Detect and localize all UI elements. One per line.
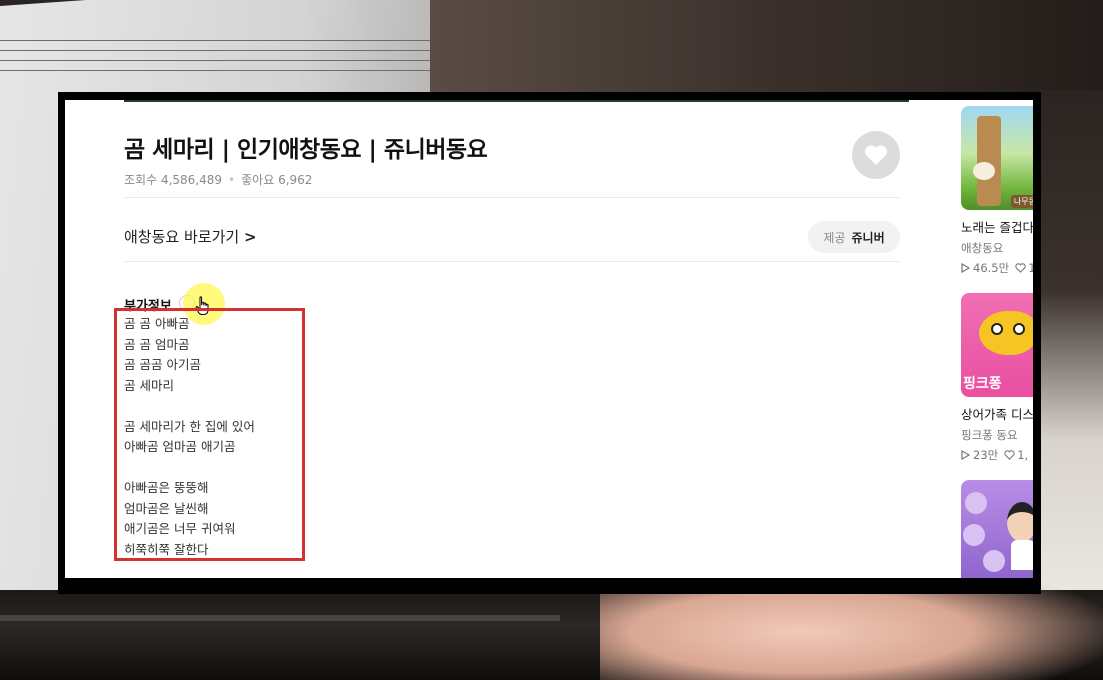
lyric-line: 엄마곰은 날씬해 bbox=[124, 500, 209, 516]
views-label: 조회수 bbox=[124, 173, 158, 187]
lyric-line: 곰 곰곰 아기곰 bbox=[124, 357, 201, 372]
provider-label: 제공 bbox=[823, 230, 846, 245]
related-video-stats: 23만 1, bbox=[961, 447, 1033, 463]
piano-key bbox=[0, 615, 560, 621]
video-thumbnail[interactable]: 나무동 bbox=[961, 106, 1033, 210]
provider-badge[interactable]: 제공 쥬니버 bbox=[808, 221, 900, 253]
video-page: 곰 세마리 | 인기애창동요 | 쥬니버동요 조회수 4,586,489 • 좋아요… bbox=[65, 100, 1033, 578]
chevron-right-icon: > bbox=[243, 228, 257, 246]
lyric-line: 히쭉히쭉 잘한다 bbox=[124, 541, 209, 557]
like-count: 1 bbox=[1028, 261, 1033, 275]
staff-line bbox=[0, 60, 480, 61]
background-right bbox=[1040, 90, 1103, 590]
related-video-stats: 46.5만 1 bbox=[961, 260, 1033, 276]
play-icon bbox=[961, 450, 970, 460]
video-thumbnail[interactable] bbox=[961, 480, 1033, 578]
related-video-category: 핑크퐁 동요 bbox=[961, 428, 1018, 442]
player-bottom-line bbox=[124, 100, 909, 102]
lyric-line: 애기곰은 너무 귀여워 bbox=[124, 521, 236, 536]
related-video-card[interactable]: 핑크퐁 상어가족 디스 핑크퐁 동요 23만 1, bbox=[961, 293, 1033, 463]
lyric-line: 곰 세마리 bbox=[124, 377, 174, 393]
divider bbox=[124, 261, 900, 262]
related-video-title[interactable]: 노래는 즐겁다 bbox=[961, 217, 1033, 236]
lyric-line: 아빠곰 엄마곰 애기곰 bbox=[124, 439, 236, 454]
lyric-line: 곰 세마리가 한 집에 있어 bbox=[124, 418, 255, 434]
goto-category-link[interactable]: 애창동요 바로가기 > bbox=[124, 226, 257, 247]
heart-icon bbox=[865, 145, 887, 165]
related-video-card[interactable]: 나무동 노래는 즐겁다 애창동요 46.5만 1 bbox=[961, 106, 1033, 276]
lyrics-text: 곰 곰 아빠곰 곰 곰 엄마곰 곰 곰곰 아기곰 곰 세마리 곰 세마리가 한 … bbox=[124, 314, 255, 560]
play-count: 46.5만 bbox=[973, 261, 1010, 275]
goto-category-label: 애창동요 바로가기 bbox=[124, 228, 240, 246]
staff-line bbox=[0, 70, 480, 71]
thumbnail-text: 핑크퐁 bbox=[963, 376, 1002, 392]
lyric-line: 곰 곰 아빠곰 bbox=[124, 316, 190, 331]
provider-name: 쥬니버 bbox=[851, 230, 885, 245]
staff-line bbox=[0, 50, 480, 51]
play-count: 23만 bbox=[973, 448, 999, 462]
thumbnail-tag: 나무동 bbox=[1010, 195, 1033, 208]
screenshot-frame: 곰 세마리 | 인기애창동요 | 쥬니버동요 조회수 4,586,489 • 좋아요… bbox=[58, 92, 1041, 594]
likes-count: 6,962 bbox=[278, 173, 313, 187]
related-video-category: 애창동요 bbox=[961, 241, 1004, 255]
like-count: 1, bbox=[1017, 448, 1029, 462]
related-video-title[interactable]: 상어가족 디스 bbox=[961, 404, 1033, 423]
play-icon bbox=[961, 263, 970, 273]
heart-icon bbox=[1004, 450, 1015, 460]
lyric-line: 곰 곰 엄마곰 bbox=[124, 336, 190, 352]
like-button[interactable] bbox=[852, 131, 900, 179]
staff-line bbox=[0, 40, 480, 41]
divider bbox=[124, 197, 900, 198]
lyric-line bbox=[124, 458, 255, 479]
heart-icon bbox=[1015, 263, 1026, 273]
lyric-line: 아빠곰은 뚱뚱해 bbox=[124, 480, 209, 495]
related-video-card[interactable] bbox=[961, 480, 1033, 578]
video-stats: 조회수 4,586,489 • 좋아요 6,962 bbox=[124, 173, 313, 187]
lyric-line bbox=[124, 396, 255, 417]
likes-label: 좋아요 bbox=[241, 173, 275, 187]
views-count: 4,586,489 bbox=[160, 173, 223, 187]
video-thumbnail[interactable]: 핑크퐁 bbox=[961, 293, 1033, 397]
video-title: 곰 세마리 | 인기애창동요 | 쥬니버동요 bbox=[124, 137, 488, 163]
